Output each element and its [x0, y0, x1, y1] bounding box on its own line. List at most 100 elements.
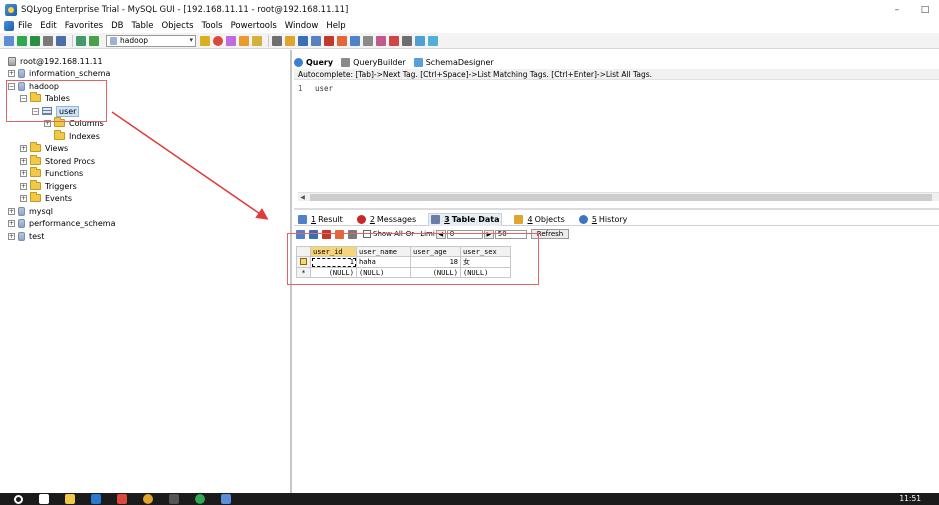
database-selector[interactable]: hadoop ▾ — [106, 34, 196, 47]
profiler-icon[interactable] — [402, 35, 412, 46]
tab-number: 4 — [527, 214, 533, 224]
tree-db-mysql[interactable]: + mysql — [8, 205, 53, 217]
tree-db-test[interactable]: + test — [8, 230, 44, 242]
execute-icon[interactable] — [17, 35, 27, 46]
expand-icon[interactable]: + — [20, 157, 27, 165]
database-icon — [18, 206, 25, 216]
expand-icon[interactable]: + — [8, 219, 15, 227]
tab-label: Result — [318, 214, 343, 224]
sql-editor[interactable]: 1 user — [294, 80, 939, 192]
menu-tools[interactable]: Tools — [202, 21, 223, 31]
menu-table[interactable]: Table — [132, 21, 154, 31]
line-number: 1 — [298, 84, 303, 93]
expand-icon[interactable]: + — [20, 169, 27, 177]
tab-messages[interactable]: 2 Messages — [355, 213, 418, 226]
chart-icon[interactable] — [415, 35, 425, 46]
tree-folder-views[interactable]: + Views — [20, 142, 68, 154]
tab-table-data[interactable]: 3 Table Data — [428, 212, 503, 226]
file-explorer-icon[interactable] — [65, 494, 75, 504]
window-menu-icon[interactable] — [4, 21, 14, 31]
new-connection-icon[interactable] — [4, 35, 14, 46]
tree-item-label: Indexes — [69, 131, 100, 141]
expand-icon[interactable]: + — [20, 144, 27, 152]
sync-icon[interactable] — [298, 35, 308, 46]
refresh-icon[interactable] — [76, 35, 86, 46]
expand-icon[interactable]: + — [20, 194, 27, 202]
stop-icon[interactable] — [43, 35, 53, 46]
monitor-icon[interactable] — [389, 35, 399, 46]
menu-window[interactable]: Window — [285, 21, 319, 31]
task-view-icon[interactable] — [39, 494, 49, 504]
history-icon — [578, 214, 588, 224]
menu-edit[interactable]: Edit — [40, 21, 56, 31]
grid-icon[interactable] — [350, 35, 360, 46]
tab-query[interactable]: Query — [294, 57, 333, 67]
save-icon[interactable] — [56, 35, 66, 46]
pane-splitter[interactable] — [294, 208, 939, 210]
menu-help[interactable]: Help — [326, 21, 345, 31]
expand-icon[interactable]: + — [20, 182, 27, 190]
database-icon — [18, 231, 25, 241]
execute-all-icon[interactable] — [30, 35, 40, 46]
edge-icon[interactable] — [91, 494, 101, 504]
query-builder-icon[interactable] — [239, 35, 249, 46]
notify-icon[interactable] — [337, 35, 347, 46]
tab-label: Table Data — [451, 215, 500, 224]
copy-db-icon[interactable] — [324, 35, 334, 46]
tab-label: History — [598, 214, 628, 224]
table-icon[interactable] — [311, 35, 321, 46]
toolbar-separator — [268, 34, 269, 47]
scroll-left-icon[interactable]: ◀ — [298, 193, 307, 202]
menu-objects[interactable]: Objects — [161, 21, 193, 31]
tree-folder-indexes[interactable]: Indexes — [54, 130, 100, 142]
tab-schemadesigner[interactable]: SchemaDesigner — [413, 57, 494, 67]
tab-querybuilder[interactable]: QueryBuilder — [341, 57, 406, 67]
red-app-icon[interactable] — [117, 494, 127, 504]
menu-file[interactable]: File — [18, 21, 32, 31]
window-title: SQLyog Enterprise Trial - MySQL GUI - [1… — [21, 4, 349, 15]
editor-horizontal-scrollbar[interactable]: ◀ — [298, 192, 939, 201]
terminal-icon[interactable] — [169, 494, 179, 504]
wechat-icon[interactable] — [195, 494, 205, 504]
objects-icon — [514, 214, 524, 224]
edit-icon[interactable] — [89, 35, 99, 46]
tree-folder-stored-procs[interactable]: + Stored Procs — [20, 155, 95, 167]
autocomplete-hint: Autocomplete: [Tab]->Next Tag. [Ctrl+Spa… — [294, 69, 939, 80]
migration-icon[interactable] — [376, 35, 386, 46]
expand-icon[interactable]: + — [8, 232, 15, 240]
scheduler-icon[interactable] — [363, 35, 373, 46]
tree-folder-events[interactable]: + Events — [20, 192, 72, 204]
network-icon[interactable] — [428, 35, 438, 46]
tree-connection[interactable]: root@192.168.11.11 — [8, 55, 103, 67]
scrollbar-thumb[interactable] — [310, 194, 932, 201]
menu-favorites[interactable]: Favorites — [65, 21, 103, 31]
error-icon — [356, 214, 366, 224]
tree-item-label: performance_schema — [29, 218, 116, 228]
tree-db-performance-schema[interactable]: + performance_schema — [8, 217, 116, 229]
sqlyog-app-icon — [5, 3, 17, 16]
backup-icon[interactable] — [252, 35, 262, 46]
import-icon[interactable] — [285, 35, 295, 46]
sqlyog-taskbar-icon[interactable] — [221, 494, 231, 504]
expand-icon[interactable]: + — [8, 69, 15, 77]
tree-folder-triggers[interactable]: + Triggers — [20, 180, 77, 192]
highlight-box-tree — [6, 80, 107, 122]
maximize-button[interactable]: □ — [911, 0, 939, 19]
tab-history[interactable]: 5 History — [577, 213, 630, 226]
tab-objects[interactable]: 4 Objects — [512, 213, 566, 226]
menu-db[interactable]: DB — [111, 21, 123, 31]
querybuilder-icon — [341, 57, 351, 67]
search-icon[interactable] — [14, 494, 23, 504]
minimize-button[interactable]: – — [883, 0, 911, 19]
result-tabs: 1 Result 2 Messages 3 Table Data 4 Objec… — [294, 212, 939, 226]
tab-result[interactable]: 1 Result — [296, 213, 345, 226]
chrome-icon[interactable] — [143, 494, 153, 504]
tree-db-information-schema[interactable]: + information_schema — [8, 67, 110, 79]
menu-powertools[interactable]: Powertools — [231, 21, 277, 31]
red-circle-icon[interactable] — [213, 35, 223, 46]
export-icon[interactable] — [272, 35, 282, 46]
expand-icon[interactable]: + — [8, 207, 15, 215]
new-query-icon[interactable] — [200, 35, 210, 46]
schema-icon[interactable] — [226, 35, 236, 46]
tree-folder-functions[interactable]: + Functions — [20, 167, 83, 179]
